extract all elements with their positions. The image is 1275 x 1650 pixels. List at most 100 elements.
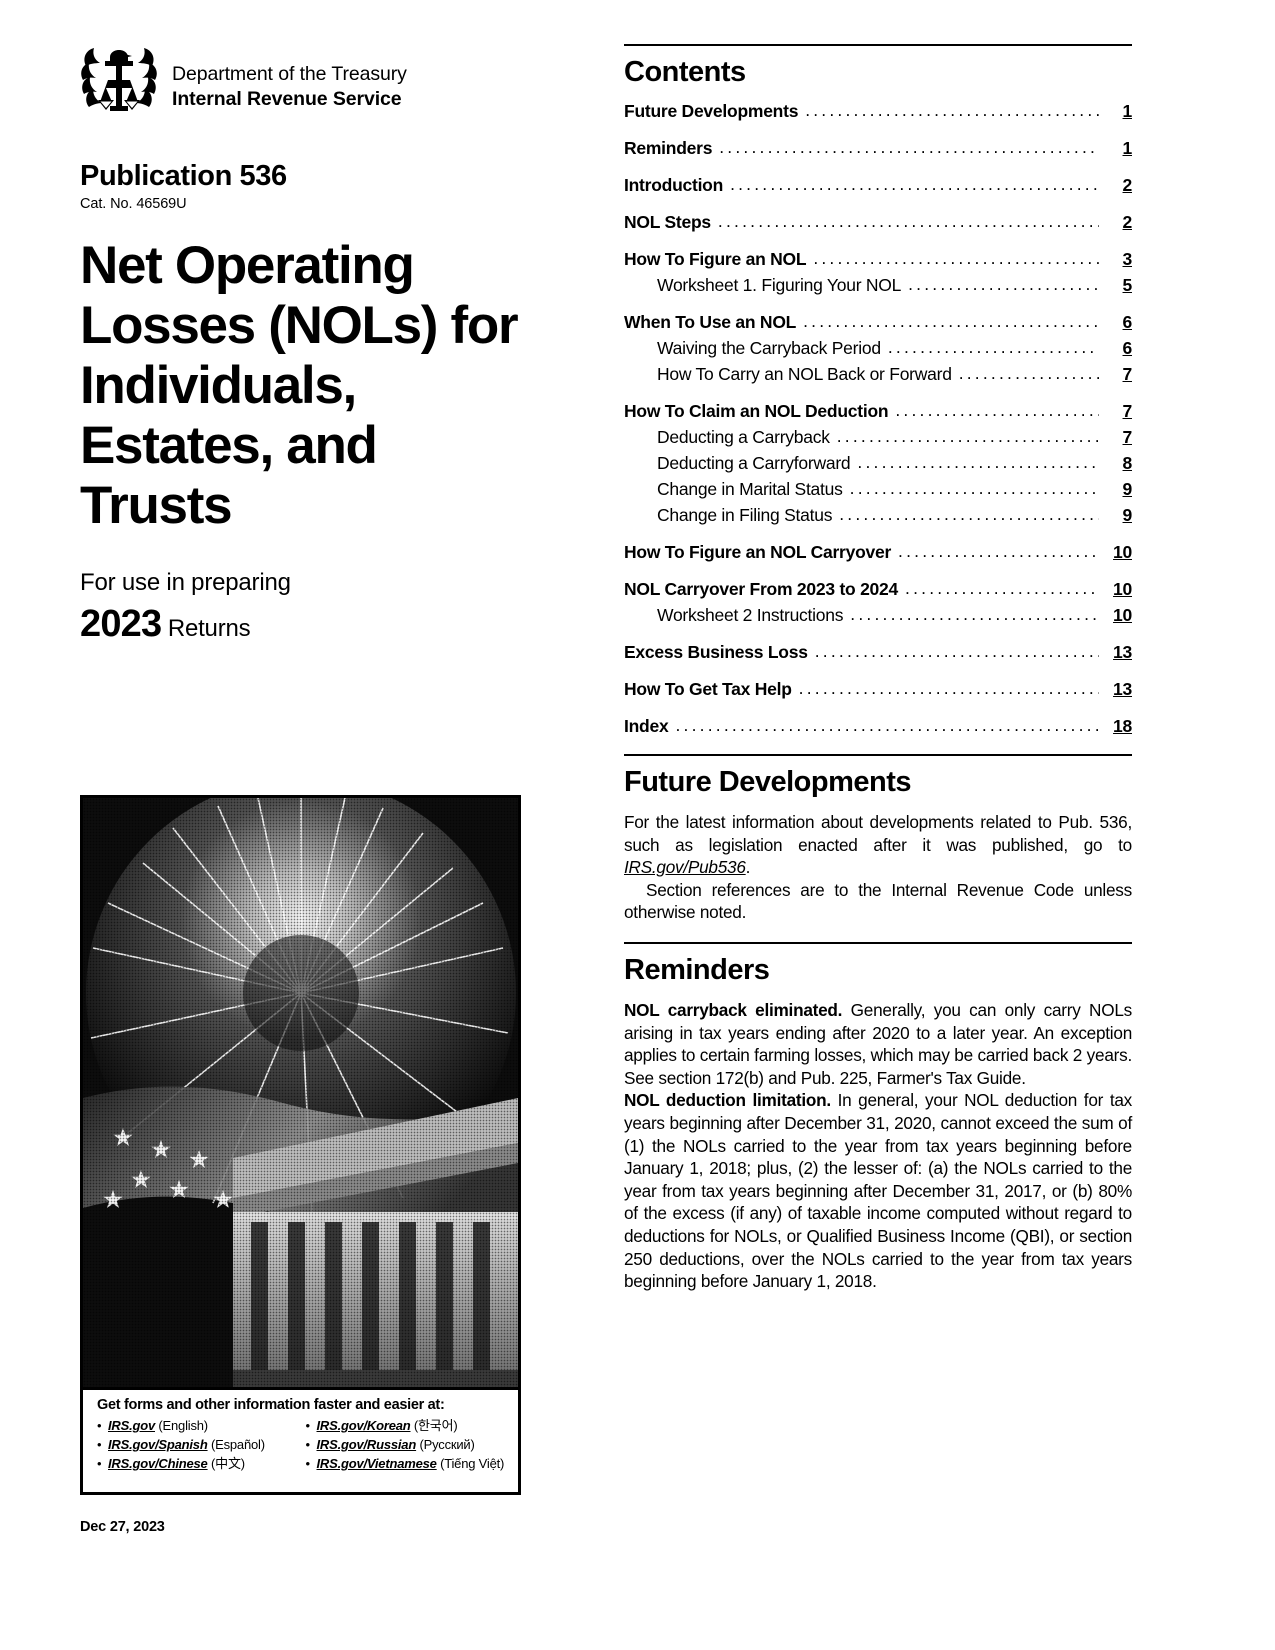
future-developments-paragraph-2: Section references are to the Internal R…	[624, 879, 1132, 923]
toc-leader-dots: ........................................…	[958, 363, 1099, 383]
toc-entry-label: Waiving the Carryback Period	[657, 338, 881, 358]
language-link[interactable]: IRS.gov/Korean	[317, 1418, 411, 1433]
list-item[interactable]: • IRS.gov/Chinese (中文)	[97, 1454, 300, 1473]
toc-entry-page[interactable]: 3	[1099, 249, 1133, 269]
toc-entry[interactable]: How To Carry an NOL Back or Forward.....…	[624, 363, 1133, 384]
table-of-contents: Future Developments.....................…	[624, 100, 1133, 736]
toc-entry[interactable]: Worksheet 2 Instructions................…	[624, 604, 1132, 625]
toc-leader-dots: ........................................…	[730, 174, 1099, 194]
language-label: (English)	[158, 1418, 208, 1433]
reminder-nol-deduction-limitation: NOL deduction limitation. In general, yo…	[624, 1089, 1132, 1292]
tax-year-row: 2023 Returns	[80, 603, 530, 646]
irs-eagle-scales-seal-icon	[80, 44, 158, 118]
toc-entry[interactable]: NOL Carryover From 2023 to 2024.........…	[624, 578, 1132, 599]
language-columns: • IRS.gov (English) • IRS.gov/Spanish (Esp…	[97, 1416, 508, 1473]
language-link[interactable]: IRS.gov	[108, 1418, 155, 1433]
right-column: Contents Future Developments............…	[624, 44, 1132, 1293]
toc-entry[interactable]: NOL Steps...............................…	[624, 211, 1133, 232]
info-strip-heading: Get forms and other information faster a…	[97, 1397, 445, 1413]
for-use-label: For use in preparing	[80, 569, 291, 597]
list-item[interactable]: • IRS.gov/Korean (한국어)	[306, 1416, 509, 1435]
toc-entry-page[interactable]: 13	[1099, 679, 1132, 699]
get-forms-info-strip: Get forms and other information faster a…	[83, 1387, 518, 1492]
toc-entry-label: When To Use an NOL	[624, 312, 797, 332]
toc-entry[interactable]: Deducting a Carryforward................…	[624, 452, 1133, 473]
language-label: (中文)	[211, 1456, 245, 1471]
toc-entry[interactable]: Change in Filing Status.................…	[624, 504, 1133, 525]
toc-leader-dots: ........................................…	[803, 311, 1099, 331]
language-link[interactable]: IRS.gov/Chinese	[108, 1456, 208, 1471]
publication-cover-page: Department of the Treasury Internal Reve…	[0, 0, 1275, 1650]
language-link[interactable]: IRS.gov/Vietnamese	[317, 1456, 437, 1471]
toc-entry-page[interactable]: 18	[1099, 716, 1132, 736]
toc-entry[interactable]: Index...................................…	[624, 715, 1132, 736]
toc-entry-page[interactable]: 6	[1099, 338, 1133, 358]
toc-entry-page[interactable]: 9	[1099, 479, 1133, 499]
cover-image-box: Get forms and other information faster a…	[80, 795, 521, 1495]
irs-pub536-link[interactable]: IRS.gov/Pub536	[624, 857, 746, 877]
toc-entry[interactable]: How To Get Tax Help.....................…	[624, 678, 1132, 699]
toc-leader-dots: ........................................…	[898, 541, 1099, 561]
list-item[interactable]: • IRS.gov/Vietnamese (Tiếng Việt)	[306, 1454, 509, 1473]
toc-entry-page[interactable]: 2	[1099, 212, 1133, 232]
toc-leader-dots: ........................................…	[839, 504, 1099, 524]
toc-entry[interactable]: Reminders...............................…	[624, 137, 1133, 158]
toc-entry-label: Reminders	[624, 138, 713, 158]
toc-entry-page[interactable]: 1	[1099, 101, 1133, 121]
toc-entry[interactable]: How To Claim an NOL Deduction...........…	[624, 400, 1133, 421]
toc-leader-dots: ........................................…	[813, 248, 1099, 268]
toc-entry-page[interactable]: 10	[1099, 605, 1132, 625]
divider	[624, 754, 1132, 756]
toc-entry-page[interactable]: 10	[1099, 579, 1132, 599]
toc-entry-page[interactable]: 7	[1099, 401, 1133, 421]
toc-leader-dots: ........................................…	[887, 337, 1099, 357]
toc-entry[interactable]: Excess Business Loss....................…	[624, 641, 1132, 662]
language-link[interactable]: IRS.gov/Russian	[317, 1437, 417, 1452]
bullet-icon: •	[305, 1456, 311, 1471]
toc-entry-label: Deducting a Carryback	[657, 427, 830, 447]
toc-entry-page[interactable]: 5	[1099, 275, 1133, 295]
toc-leader-dots: ........................................…	[905, 578, 1099, 598]
toc-entry-page[interactable]: 7	[1099, 364, 1133, 384]
toc-entry-page[interactable]: 1	[1099, 138, 1133, 158]
toc-entry[interactable]: How To Figure an NOL Carryover..........…	[624, 541, 1132, 562]
fd-text-after-link: .	[745, 857, 751, 878]
list-item[interactable]: • IRS.gov/Russian (Pусский)	[306, 1435, 509, 1454]
masthead-text: Department of the Treasury Internal Reve…	[172, 44, 407, 112]
language-link[interactable]: IRS.gov/Spanish	[108, 1437, 208, 1452]
document-date: Dec 27, 2023	[80, 1519, 165, 1535]
toc-entry-page[interactable]: 7	[1099, 427, 1133, 447]
toc-entry[interactable]: Change in Marital Status................…	[624, 478, 1133, 499]
bullet-icon: •	[97, 1456, 102, 1471]
toc-entry[interactable]: How To Figure an NOL....................…	[624, 248, 1133, 269]
toc-entry[interactable]: Waiving the Carryback Period............…	[624, 337, 1133, 358]
toc-entry-page[interactable]: 10	[1099, 542, 1132, 562]
reminders-heading: Reminders	[624, 953, 770, 986]
toc-leader-dots: ........................................…	[814, 641, 1099, 661]
reminder-run-in-heading: NOL deduction limitation.	[624, 1090, 831, 1111]
toc-entry[interactable]: Introduction............................…	[624, 174, 1133, 195]
toc-entry[interactable]: Future Developments.....................…	[624, 100, 1133, 121]
bullet-icon: •	[305, 1437, 311, 1452]
language-column-left: • IRS.gov (English) • IRS.gov/Spanish (Esp…	[97, 1416, 300, 1473]
language-column-right: • IRS.gov/Korean (한국어) • IRS.gov/Russian (…	[306, 1416, 509, 1473]
toc-entry-label: How To Get Tax Help	[624, 679, 792, 699]
toc-entry-label: Worksheet 1. Figuring Your NOL	[657, 275, 902, 295]
toc-leader-dots: ........................................…	[798, 678, 1099, 698]
toc-entry-page[interactable]: 2	[1099, 175, 1133, 195]
toc-entry[interactable]: Deducting a Carryback...................…	[624, 426, 1133, 447]
toc-leader-dots: ........................................…	[895, 400, 1099, 420]
toc-entry-label: NOL Steps	[624, 212, 711, 232]
toc-entry-label: Change in Filing Status	[657, 505, 833, 525]
toc-entry-page[interactable]: 13	[1099, 642, 1132, 662]
list-item[interactable]: • IRS.gov (English)	[97, 1416, 300, 1435]
toc-entry[interactable]: When To Use an NOL......................…	[624, 311, 1133, 332]
list-item[interactable]: • IRS.gov/Spanish (Español)	[97, 1435, 300, 1454]
toc-entry-label: Index	[624, 716, 669, 736]
toc-entry-page[interactable]: 8	[1099, 453, 1133, 473]
toc-entry-page[interactable]: 6	[1099, 312, 1133, 332]
toc-entry-page[interactable]: 9	[1099, 505, 1133, 525]
toc-entry[interactable]: Worksheet 1. Figuring Your NOL..........…	[624, 274, 1133, 295]
toc-entry-label: Future Developments	[624, 101, 799, 121]
toc-entry-label: How To Claim an NOL Deduction	[624, 401, 889, 421]
